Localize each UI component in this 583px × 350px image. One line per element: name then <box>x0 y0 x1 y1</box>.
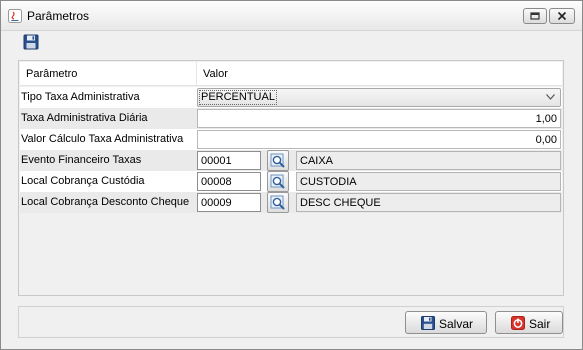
row-label: Local Cobrança Desconto Cheque <box>21 196 190 208</box>
chevron-down-icon <box>546 94 555 100</box>
parameters-table: Parâmetro Valor Tipo Taxa Administrativa… <box>18 60 564 296</box>
local-custodia-code-input[interactable]: 00008 <box>197 172 261 191</box>
table-row: Local Cobrança Desconto Cheque 00009 DES… <box>20 192 562 213</box>
footer-bar: Salvar Sair <box>18 306 564 338</box>
local-custodia-lookup-button[interactable] <box>267 171 289 192</box>
floppy-disk-icon <box>421 316 435 330</box>
local-custodia-description: CUSTODIA <box>296 172 561 191</box>
row-label: Valor Cálculo Taxa Administrativa <box>21 133 184 145</box>
restore-button[interactable] <box>523 8 547 24</box>
toolbar-save-button[interactable] <box>23 34 39 50</box>
exit-button[interactable]: Sair <box>495 311 563 334</box>
column-header-value[interactable]: Valor <box>203 68 228 80</box>
window-title: Parâmetros <box>27 9 90 23</box>
save-button[interactable]: Salvar <box>405 311 487 334</box>
tipo-taxa-select[interactable]: PERCENTUAL <box>197 88 561 107</box>
title-bar[interactable]: Parâmetros <box>1 1 582 31</box>
local-desconto-cheque-description: DESC CHEQUE <box>296 193 561 212</box>
exit-button-label: Sair <box>529 317 551 331</box>
magnifier-icon <box>270 153 285 168</box>
local-desconto-cheque-code-input[interactable]: 00009 <box>197 193 261 212</box>
parameters-window: Parâmetros Parâmetro Valor Tipo Taxa Adm… <box>0 0 583 350</box>
column-header-parameter[interactable]: Parâmetro <box>26 68 77 80</box>
java-app-icon <box>8 9 22 23</box>
evento-financeiro-description: CAIXA <box>296 151 561 170</box>
row-label: Taxa Administrativa Diária <box>21 112 148 124</box>
select-value: PERCENTUAL <box>199 90 277 105</box>
local-desconto-cheque-lookup-button[interactable] <box>267 192 289 213</box>
taxa-diaria-input[interactable]: 1,00 <box>197 109 561 128</box>
table-row: Valor Cálculo Taxa Administrativa 0,00 <box>20 129 562 150</box>
table-row: Tipo Taxa Administrativa PERCENTUAL <box>20 87 562 108</box>
close-button[interactable] <box>549 8 575 24</box>
magnifier-icon <box>270 195 285 210</box>
save-button-label: Salvar <box>439 317 474 331</box>
evento-financeiro-code-input[interactable]: 00001 <box>197 151 261 170</box>
table-row: Taxa Administrativa Diária 1,00 <box>20 108 562 129</box>
valor-calculo-input[interactable]: 0,00 <box>197 130 561 149</box>
table-row: Evento Financeiro Taxas 00001 CAIXA <box>20 150 562 171</box>
magnifier-icon <box>270 174 285 189</box>
table-row: Local Cobrança Custódia 00008 CUSTODIA <box>20 171 562 192</box>
row-label: Tipo Taxa Administrativa <box>21 91 140 103</box>
row-label: Local Cobrança Custódia <box>21 175 145 187</box>
table-header: Parâmetro Valor <box>20 62 562 86</box>
column-divider[interactable] <box>196 62 197 86</box>
close-icon <box>557 11 567 21</box>
evento-financeiro-lookup-button[interactable] <box>267 150 289 171</box>
row-label: Evento Financeiro Taxas <box>21 154 142 166</box>
restore-icon <box>530 12 540 20</box>
power-exit-icon <box>511 316 525 330</box>
